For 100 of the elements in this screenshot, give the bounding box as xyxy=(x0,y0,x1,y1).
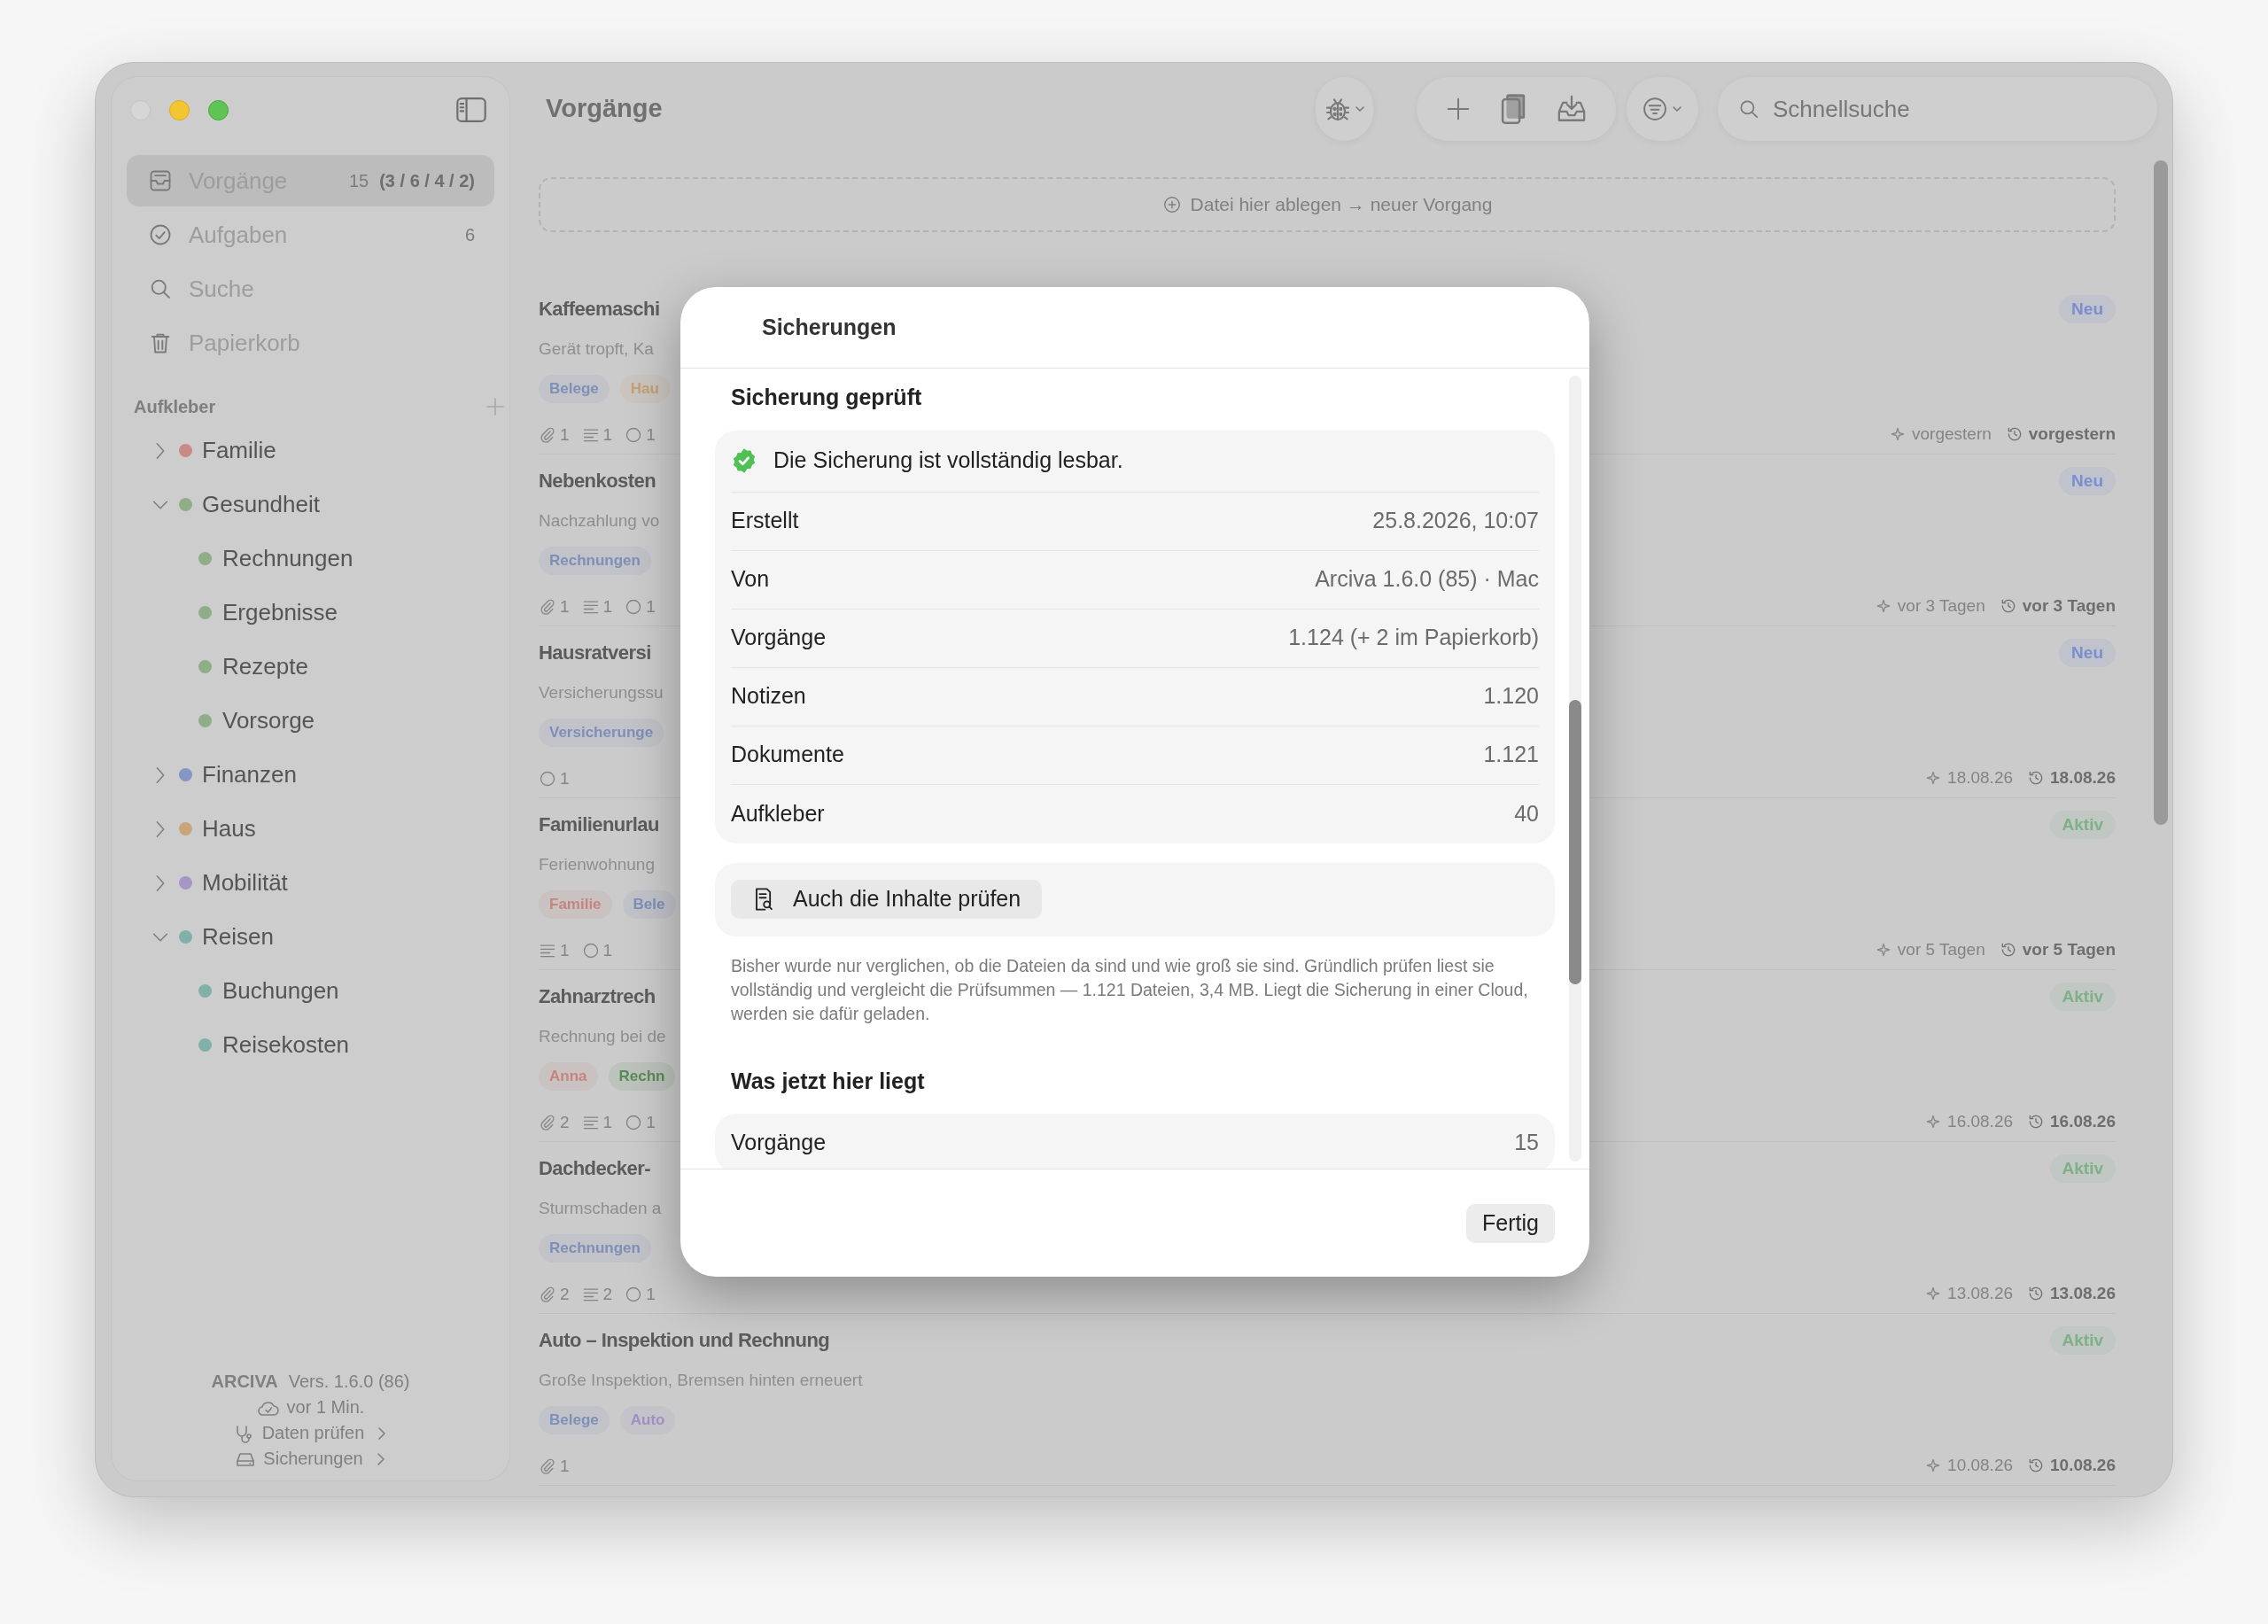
count-text: 1 xyxy=(602,1111,613,1133)
sticker-item[interactable]: Haus xyxy=(112,802,509,856)
tag[interactable]: Anna xyxy=(539,1062,598,1091)
tag[interactable]: Rechn xyxy=(608,1062,676,1091)
case-summary: Große Inspektion, Bremsen hinten erneuert xyxy=(539,1370,863,1391)
circle-icon xyxy=(625,598,643,616)
tag[interactable]: Rechnungen xyxy=(539,547,651,575)
created-date: 13.08.26 xyxy=(1947,1282,2014,1304)
circle-icon xyxy=(625,426,643,444)
info-label: Von xyxy=(731,565,770,594)
sticker-label: Rechnungen xyxy=(222,544,353,573)
zoom-button[interactable] xyxy=(208,99,229,120)
sticker-item[interactable]: Mobilität xyxy=(112,856,509,910)
count-text: 1 xyxy=(602,595,613,618)
info-value: 1.121 xyxy=(1483,741,1539,769)
created-date: 18.08.26 xyxy=(1947,766,2014,789)
sticker-item[interactable]: Familie xyxy=(112,423,509,478)
case-title: Auto – Inspektion und Rechnung xyxy=(539,1328,831,1353)
created-date: vor 3 Tagen xyxy=(1897,594,1985,617)
info-value: 15 xyxy=(1514,1129,1539,1157)
info-value: 1.120 xyxy=(1483,682,1539,711)
count-text: 1 xyxy=(560,939,570,961)
count-text: 1 xyxy=(560,1455,570,1477)
count-text: 1 xyxy=(646,595,656,618)
search-field[interactable]: Schnellsuche xyxy=(1718,77,2157,141)
count-text: 1 xyxy=(646,1111,656,1133)
case-title: Dachdecker- xyxy=(539,1156,651,1181)
tag[interactable]: Belege xyxy=(539,375,610,403)
tag[interactable]: Rechnungen xyxy=(539,1234,651,1263)
section-heading: Was jetzt hier liegt xyxy=(730,1067,926,1095)
minimize-button[interactable] xyxy=(169,99,190,120)
sticker-item[interactable]: Ergebnisse xyxy=(112,586,509,640)
paperclip-icon xyxy=(539,1114,556,1131)
count-text: 1 xyxy=(602,423,613,446)
sticker-item[interactable]: Vorsorge xyxy=(112,694,509,748)
modified-date: vor 3 Tagen xyxy=(2022,594,2116,617)
case-title: Hausratversi xyxy=(539,641,652,665)
tag[interactable]: Familie xyxy=(539,890,612,919)
paperclip-icon xyxy=(539,426,556,444)
chevron-right-icon xyxy=(377,1426,388,1441)
sticker-item[interactable]: Gesundheit xyxy=(112,478,509,532)
circle-icon xyxy=(539,770,556,788)
status-badge: Neu xyxy=(2059,295,2116,323)
info-value: 1.124 (+ 2 im Papierkorb) xyxy=(1288,624,1539,652)
done-button[interactable]: Fertig xyxy=(1466,1203,1555,1243)
circle-icon xyxy=(625,1114,643,1131)
sticker-item[interactable]: Rezepte xyxy=(112,640,509,694)
footer-link[interactable]: Daten prüfen xyxy=(233,1420,388,1446)
sticker-item[interactable]: Rechnungen xyxy=(112,532,509,586)
info-label: Dokumente xyxy=(731,741,844,769)
tag[interactable]: Belege xyxy=(539,1406,610,1434)
check-contents-button[interactable]: Auch die Inhalte prüfen xyxy=(731,880,1043,919)
item-count: 6 xyxy=(464,224,475,246)
sidebar-toggle-icon[interactable] xyxy=(455,97,487,123)
drop-zone[interactable]: Datei hier ablegen → neuer Vorgang xyxy=(539,177,2116,232)
info-paragraph: Bisher wurde nur verglichen, ob die Dateien da sind und wie groß sie sind. Gründlich prüfen liest sie vollständig und vergleicht die Prüfsummen — 1.121 Dateien, 3,4 MB. Liegt die Sicherung in einer Cloud, werden sie dafür geladen. xyxy=(730,954,1529,1025)
modified-date: vor 5 Tagen xyxy=(2022,938,2116,960)
status-counts: (3 / 6 / 4 / 2) xyxy=(379,170,475,192)
app-name: ARCIVA xyxy=(211,1371,278,1393)
filter-icon xyxy=(1642,96,1668,122)
plus-icon[interactable] xyxy=(485,396,506,417)
info-value: 40 xyxy=(1514,799,1539,828)
info-label: Vorgänge xyxy=(731,1129,827,1157)
status-badge: Neu xyxy=(2059,467,2116,495)
circle-icon xyxy=(625,1286,643,1303)
case-title: Nebenkosten xyxy=(539,469,657,493)
info-label: Erstellt xyxy=(731,507,799,535)
modified-date: 16.08.26 xyxy=(2050,1110,2116,1132)
case-summary: Ferienwohnung xyxy=(539,854,656,875)
sticker-item[interactable]: Buchungen xyxy=(112,964,509,1018)
sticker-item[interactable]: Finanzen xyxy=(112,748,509,802)
tag[interactable]: Bele xyxy=(622,890,676,919)
tag[interactable]: Hau xyxy=(619,375,670,403)
drop-hint: Datei hier ablegen → neuer Vorgang xyxy=(1190,193,1493,217)
count-text: 1 xyxy=(560,423,570,446)
footer-link[interactable]: Sicherungen xyxy=(235,1446,386,1472)
created-date: 10.08.26 xyxy=(1947,1454,2014,1476)
sticker-label: Gesundheit xyxy=(202,490,320,519)
status-badge: Aktiv xyxy=(2049,983,2116,1011)
sparkle-icon xyxy=(1889,425,1907,443)
plus-circle-icon xyxy=(1161,195,1182,214)
paperclip-icon xyxy=(539,598,556,616)
sticker-item[interactable]: Reisen xyxy=(112,910,509,964)
case-summary: Nachzahlung vo xyxy=(539,510,660,532)
page-title: Vorgänge xyxy=(546,93,664,125)
tag[interactable]: Versicherunge xyxy=(539,719,664,747)
info-value: Arciva 1.6.0 (85) · Mac xyxy=(1315,565,1539,594)
modified-date: 18.08.26 xyxy=(2050,766,2116,789)
sticker-label: Buchungen xyxy=(222,976,339,1006)
count-text: 2 xyxy=(560,1111,570,1133)
info-label: Notizen xyxy=(731,682,806,711)
created-date: vor 5 Tagen xyxy=(1897,938,1985,960)
verified-badge-icon xyxy=(731,447,757,474)
version-text: Vers. 1.6.0 (86) xyxy=(288,1371,410,1393)
circle-icon xyxy=(581,942,600,960)
sticker-item[interactable]: Reisekosten xyxy=(112,1018,509,1072)
paperclip-icon xyxy=(539,1286,556,1303)
modified-date: 13.08.26 xyxy=(2050,1282,2116,1304)
sync-status: vor 1 Min. xyxy=(286,1396,365,1418)
paperclip-icon xyxy=(539,1457,556,1475)
